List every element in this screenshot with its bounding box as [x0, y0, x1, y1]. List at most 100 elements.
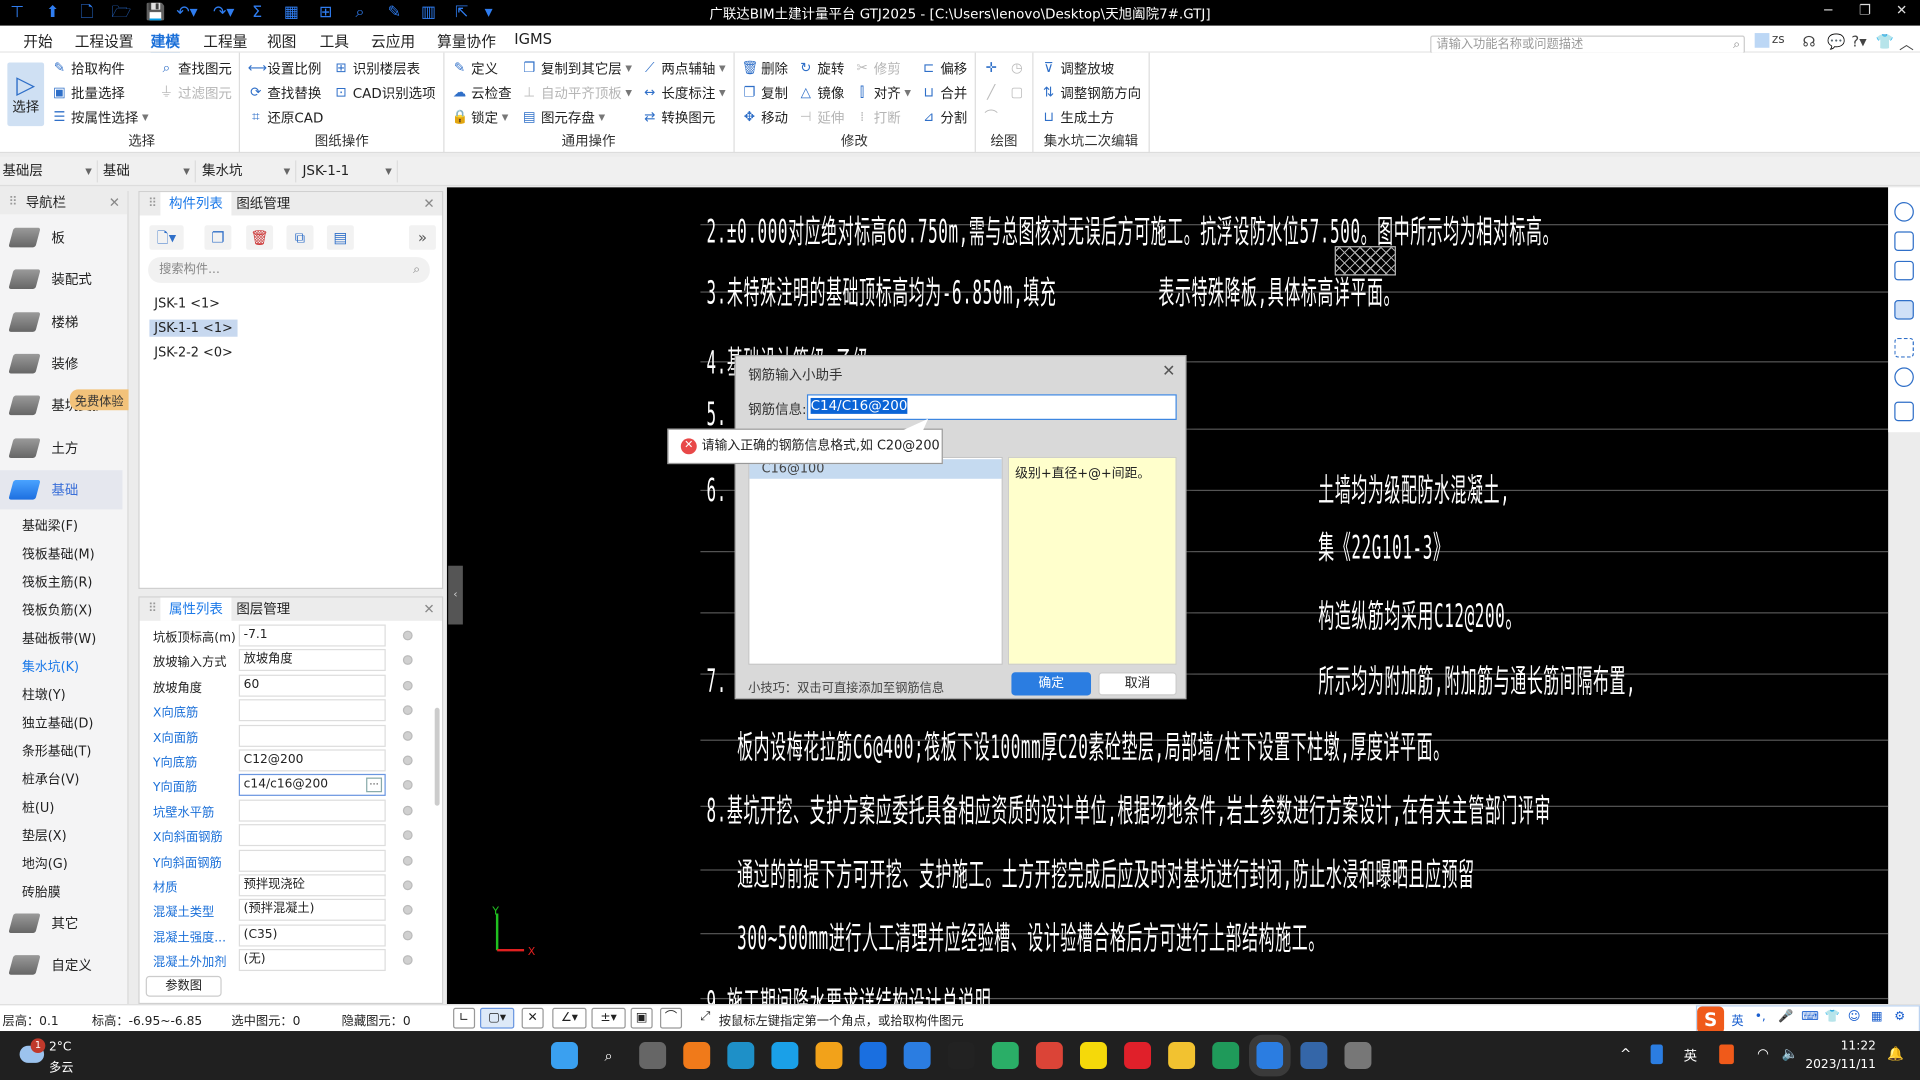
ime-item[interactable]: 英 — [1731, 1010, 1743, 1028]
weather-temp[interactable]: 2°C — [49, 1041, 71, 1054]
drag-handle-icon[interactable]: ⠿ — [148, 192, 157, 215]
ribbon-button[interactable]: 🗑 删除 — [741, 58, 788, 79]
orbit-icon[interactable] — [1894, 202, 1914, 222]
sidebar-item[interactable]: 装修 — [0, 344, 122, 383]
ribbon-button[interactable]: ⊏ 偏移 — [921, 58, 967, 79]
sidebar-item[interactable]: 自定义 — [0, 945, 122, 984]
sidebar-subitem[interactable]: 垫层(X) — [22, 827, 67, 845]
sidebar-subitem[interactable]: 条形基础(T) — [22, 742, 91, 760]
search-icon[interactable]: ⌕ — [413, 257, 420, 283]
tray-expand-icon[interactable]: ^ — [1620, 1046, 1631, 1062]
sidebar-subitem[interactable]: 地沟(G) — [22, 855, 68, 873]
close-icon[interactable]: ✕ — [423, 598, 434, 621]
cross-icon[interactable]: ✕ — [521, 1007, 544, 1029]
message-icon[interactable]: 💬 — [1827, 33, 1845, 50]
fullscreen-icon[interactable] — [1894, 337, 1914, 358]
angle-icon[interactable]: ∠▾ — [552, 1007, 587, 1029]
ime-item[interactable]: 🎤 — [1778, 1010, 1793, 1023]
skin-icon[interactable]: 👕 — [1876, 33, 1894, 50]
cancel-button[interactable]: 取消 — [1098, 672, 1177, 696]
collapse-ribbon-icon[interactable]: ︿ — [1899, 33, 1914, 54]
taskview-icon[interactable] — [639, 1042, 667, 1069]
qq-icon[interactable] — [947, 1042, 975, 1069]
sidebar-subitem[interactable]: 基础梁(F) — [22, 517, 78, 535]
wps-icon[interactable] — [1212, 1042, 1240, 1069]
property-value-input[interactable]: 60 — [238, 674, 386, 697]
property-value-input[interactable]: -7.1 — [238, 624, 386, 647]
sidebar-subitem[interactable]: 桩承台(V) — [22, 770, 79, 788]
ime-item[interactable]: ▦ — [1871, 1010, 1883, 1023]
minimize-button[interactable]: ─ — [1816, 2, 1840, 18]
layer-view-icon[interactable] — [1894, 300, 1914, 320]
property-value-input[interactable]: 放坡角度 — [238, 649, 386, 672]
wechat-icon[interactable] — [991, 1042, 1019, 1069]
sidebar-item[interactable]: 装配式 — [0, 260, 122, 299]
property-value-input[interactable]: 预拌现浇砼 — [238, 874, 386, 897]
sidebar-item[interactable]: 板 — [0, 218, 122, 257]
lark-icon[interactable] — [903, 1042, 931, 1069]
sidebar-subitem[interactable]: 桩(U) — [22, 798, 54, 816]
save-component-button[interactable]: ▤ — [326, 225, 354, 250]
3d-view-icon[interactable] — [1894, 231, 1914, 252]
tray-sogou-icon[interactable] — [1719, 1044, 1734, 1065]
feishu-icon[interactable] — [859, 1042, 887, 1069]
avatar[interactable] — [1754, 33, 1770, 48]
ribbon-button[interactable]: ⫿ 对齐 ▼ — [854, 82, 911, 103]
cad-icon[interactable] — [1300, 1042, 1328, 1069]
edge-icon[interactable] — [727, 1042, 755, 1069]
sidebar-item[interactable]: 其它 — [0, 904, 122, 943]
menu-tab[interactable]: 算量协作 — [437, 31, 496, 52]
dimension-icon[interactable]: ±▾ — [591, 1007, 626, 1029]
ribbon-button[interactable]: ✎ 定义 — [452, 58, 512, 79]
property-value-input[interactable]: (C35) — [238, 924, 386, 947]
delete-component-button[interactable]: 🗑 — [246, 225, 274, 250]
ime-item[interactable]: •, — [1755, 1010, 1766, 1023]
property-value-input[interactable] — [238, 824, 386, 847]
menu-tab[interactable]: 开始 — [23, 31, 52, 52]
ribbon-button[interactable]: ❐ 复制到其它层 ▼ — [521, 58, 632, 79]
sidebar-subitem[interactable]: 集水坑(K) — [22, 658, 79, 676]
search-icon[interactable]: ⌕ — [595, 1042, 622, 1069]
tray-lark-icon[interactable] — [1650, 1044, 1663, 1065]
more-button[interactable]: » — [408, 225, 436, 250]
close-icon[interactable]: ✕ — [109, 191, 120, 214]
ellipsis-button[interactable]: ··· — [366, 778, 383, 793]
menu-tab[interactable]: IGMS — [514, 31, 552, 48]
rebar-info-input[interactable]: C14/C16@200 — [806, 394, 1177, 421]
property-value-input[interactable]: (预拌混凝土) — [238, 899, 386, 922]
ribbon-button[interactable]: ⇅ 调整钢筋方向 — [1041, 82, 1141, 103]
search-icon[interactable]: ⌕ — [1733, 37, 1740, 53]
video-icon[interactable] — [771, 1042, 799, 1069]
user-name[interactable]: zs — [1772, 33, 1785, 46]
ime-item[interactable]: 👕 — [1824, 1010, 1839, 1023]
list-icon[interactable] — [1894, 401, 1914, 422]
property-value-input[interactable]: c14/c16@200 ··· — [238, 774, 386, 797]
copy-to-layer-button[interactable]: ⧉ — [286, 225, 314, 250]
tab-component-list[interactable]: 构件列表 — [160, 192, 232, 216]
menu-tab[interactable]: 工程量 — [203, 31, 247, 52]
gtj-icon[interactable] — [1248, 1034, 1291, 1077]
tab-property-list[interactable]: 属性列表 — [160, 597, 232, 621]
ribbon-button[interactable]: ✛ — [983, 58, 999, 79]
sidebar-subitem[interactable]: 独立基础(D) — [22, 714, 93, 732]
ribbon-button[interactable]: ⊔ 生成土方 — [1041, 107, 1141, 128]
rebar-suggestion-list[interactable]: C16@100 — [748, 456, 1003, 665]
shield-icon[interactable] — [815, 1042, 843, 1069]
clock-date[interactable]: 2023/11/11 — [1800, 1058, 1876, 1071]
robot-icon[interactable] — [1344, 1042, 1372, 1069]
list-item[interactable]: JSK-2-2 <0> — [149, 344, 237, 361]
sidebar-subitem[interactable]: 柱墩(Y) — [22, 686, 66, 704]
type-select[interactable]: 集水坑 ▼ — [200, 160, 297, 183]
sogou-icon[interactable]: S — [1697, 1006, 1725, 1034]
netease-icon[interactable] — [1124, 1042, 1152, 1069]
ime-item[interactable]: ⌨ — [1801, 1010, 1819, 1023]
feature-search-input[interactable]: 请输入功能名称或问题描述 ⌕ — [1430, 35, 1745, 54]
sidebar-subitem[interactable]: 基础板带(W) — [22, 629, 96, 647]
list-item[interactable]: JSK-1-1 <1> — [149, 319, 238, 337]
arc-icon[interactable]: ⌒ — [660, 1007, 683, 1029]
clock-time[interactable]: 11:22 — [1809, 1040, 1876, 1053]
select-button[interactable]: ▷ 选择 — [7, 62, 45, 127]
ribbon-button[interactable]: ⟷ 设置比例 — [248, 58, 324, 79]
start-icon[interactable] — [551, 1042, 578, 1069]
dialog-close-button[interactable]: ✕ — [1162, 362, 1175, 380]
